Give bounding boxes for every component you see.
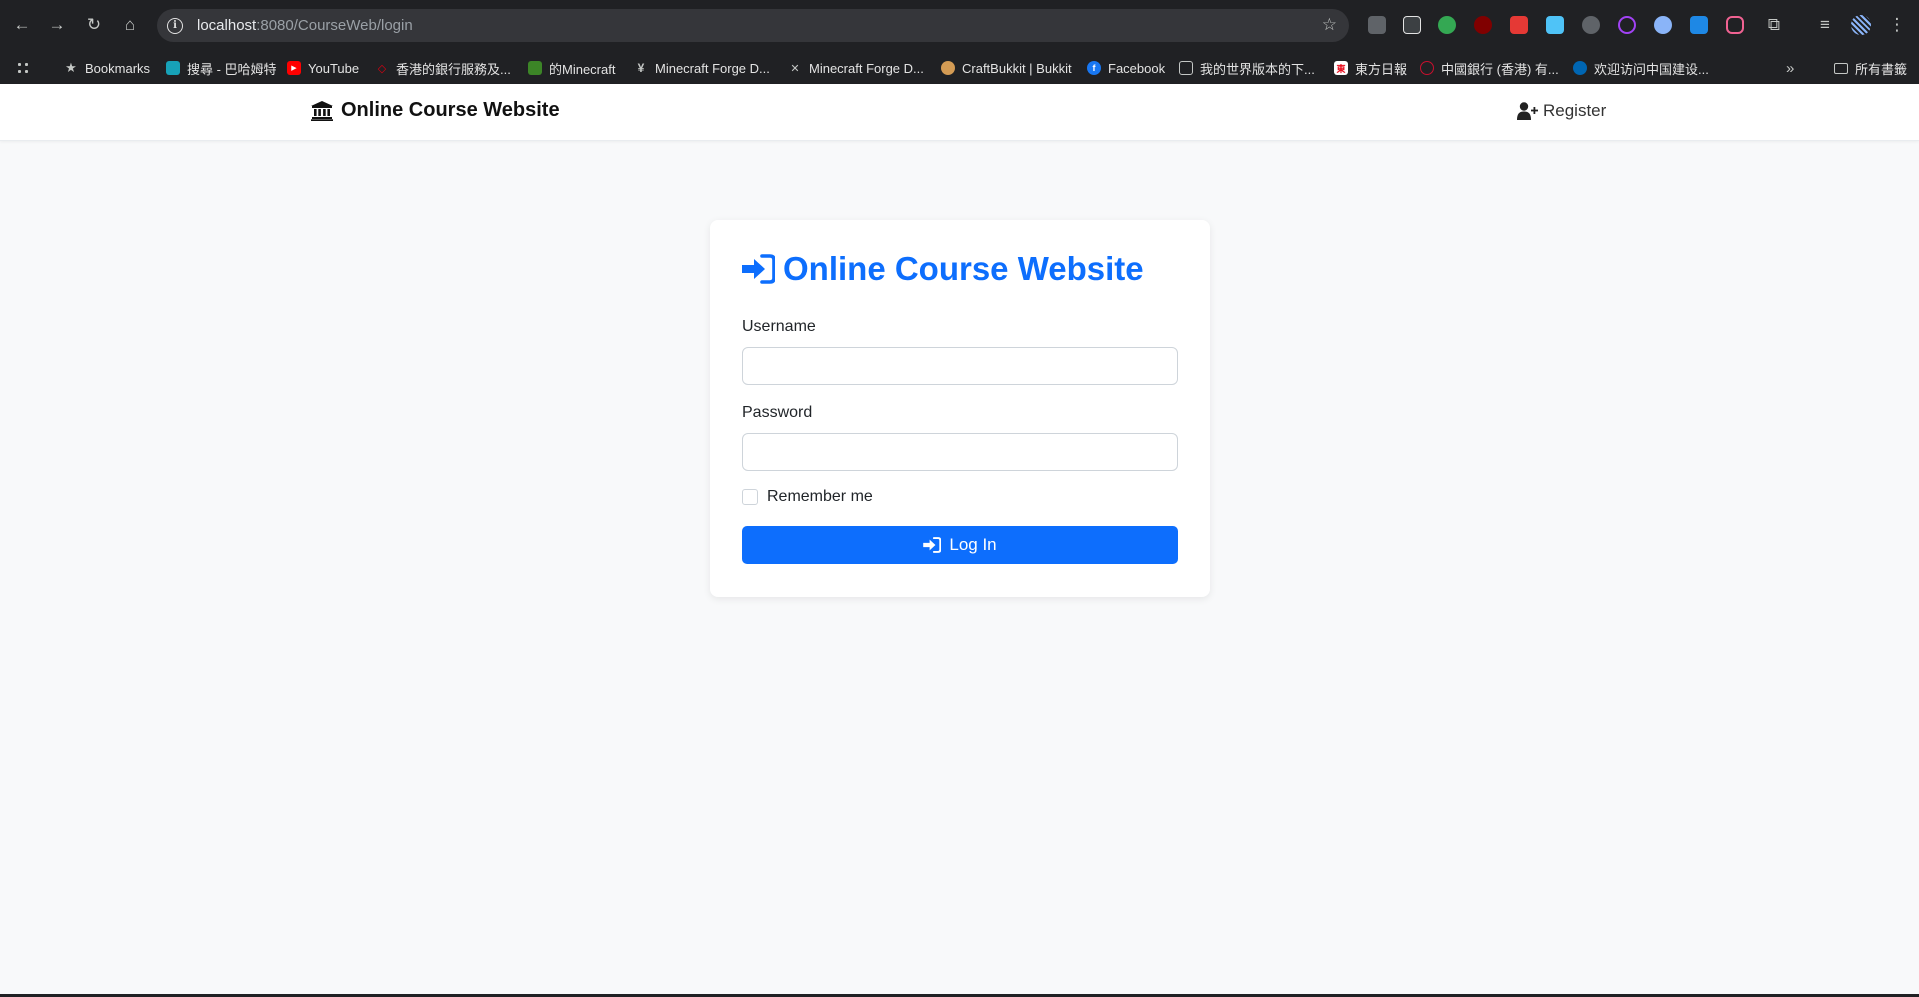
extension-icon[interactable] xyxy=(1403,16,1421,34)
bookmark-item[interactable]: ▶ YouTube xyxy=(287,59,359,77)
site-info-icon[interactable]: i xyxy=(167,17,183,34)
back-icon[interactable]: ← xyxy=(10,13,34,37)
institution-icon xyxy=(311,100,333,121)
bookmark-item[interactable]: ◇ 香港的銀行服務及... xyxy=(375,59,511,77)
bukkit-icon xyxy=(941,61,955,75)
home-icon[interactable]: ⌂ xyxy=(118,13,142,37)
extension-icon[interactable] xyxy=(1582,16,1600,34)
user-plus-icon xyxy=(1517,102,1538,120)
extension-icon[interactable] xyxy=(1690,16,1708,34)
bookmark-item[interactable]: 中國銀行 (香港) 有... xyxy=(1420,59,1559,77)
login-button-label: Log In xyxy=(949,535,997,554)
bookmark-item[interactable]: ★ Bookmarks xyxy=(64,59,150,77)
bookmark-item[interactable]: 東 東方日報 xyxy=(1334,59,1407,77)
ublock-icon[interactable] xyxy=(1474,16,1492,34)
favicon-icon xyxy=(166,61,180,75)
hsbc-icon: ◇ xyxy=(377,62,387,75)
sign-in-icon xyxy=(923,537,942,553)
extension-icon[interactable] xyxy=(1654,16,1672,34)
password-input[interactable] xyxy=(742,433,1178,471)
oriental-daily-icon: 東 xyxy=(1334,61,1348,75)
apps-icon[interactable] xyxy=(16,59,30,77)
sign-in-icon xyxy=(742,254,775,284)
login-card: Online Course Website Username Password … xyxy=(710,220,1210,597)
extension-icon[interactable] xyxy=(1510,16,1528,34)
bookmark-star-icon[interactable]: ☆ xyxy=(1322,15,1337,35)
menu-icon[interactable]: ⋮ xyxy=(1885,13,1909,37)
username-label: Username xyxy=(742,318,816,335)
site-navbar: Online Course Website Register xyxy=(0,84,1919,141)
boc-icon xyxy=(1420,61,1434,75)
address-bar[interactable]: i localhost:8080/CourseWeb/login ☆ xyxy=(157,9,1349,42)
register-link[interactable]: Register xyxy=(1517,101,1606,121)
profile-avatar[interactable] xyxy=(1851,15,1871,35)
more-bookmarks-icon[interactable]: » xyxy=(1786,59,1794,77)
bookmark-item[interactable]: 欢迎访问中国建设... xyxy=(1573,59,1709,77)
star-icon: ★ xyxy=(65,60,77,75)
brand-text: Online Course Website xyxy=(341,99,560,121)
password-label: Password xyxy=(742,404,813,421)
bookmark-item[interactable]: 的Minecraft xyxy=(528,59,615,77)
bookmark-item[interactable]: f Facebook xyxy=(1087,59,1165,77)
folder-icon xyxy=(1834,62,1848,74)
forge-icon: ✕ xyxy=(790,62,800,75)
login-title-text: Online Course Website xyxy=(783,250,1144,287)
login-button[interactable]: Log In xyxy=(742,526,1178,564)
navbar-brand[interactable]: Online Course Website xyxy=(311,99,560,122)
bookmarks-bar: ★ Bookmarks 搜尋 - 巴哈姆特 ▶ YouTube ◇ 香港的銀行服… xyxy=(0,51,1919,84)
image-icon xyxy=(1179,61,1193,75)
bookmark-item[interactable]: CraftBukkit | Bukkit xyxy=(941,59,1072,77)
puzzle-icon[interactable]: ⧉ xyxy=(1762,13,1786,37)
bookmark-item[interactable]: 搜尋 - 巴哈姆特 xyxy=(166,59,277,77)
extension-icon[interactable] xyxy=(1438,16,1456,34)
minecraft-icon xyxy=(528,61,542,75)
browser-chrome: ← → ↻ ⌂ i localhost:8080/CourseWeb/login… xyxy=(0,0,1919,84)
remember-me-label[interactable]: Remember me xyxy=(767,488,873,506)
forward-icon[interactable]: → xyxy=(45,13,69,37)
forge-icon: ¥ xyxy=(637,61,645,75)
all-bookmarks-folder[interactable]: 所有書籤 xyxy=(1834,59,1907,77)
extension-icon[interactable] xyxy=(1726,16,1744,34)
register-label: Register xyxy=(1543,101,1607,120)
facebook-icon: f xyxy=(1087,61,1101,75)
username-input[interactable] xyxy=(742,347,1178,385)
url-text[interactable]: localhost:8080/CourseWeb/login xyxy=(197,17,413,34)
extension-icon[interactable] xyxy=(1546,16,1564,34)
remember-me-row: Remember me xyxy=(742,488,873,506)
remember-me-checkbox[interactable] xyxy=(742,489,758,505)
browser-toolbar: ← → ↻ ⌂ i localhost:8080/CourseWeb/login… xyxy=(0,0,1919,51)
bookmark-item[interactable]: ✕ Minecraft Forge D... xyxy=(788,59,923,77)
reload-icon[interactable]: ↻ xyxy=(82,13,106,37)
login-title: Online Course Website xyxy=(742,250,1144,288)
youtube-icon: ▶ xyxy=(287,61,301,75)
extension-icon[interactable] xyxy=(1618,16,1636,34)
ccb-icon xyxy=(1573,61,1587,75)
bookmark-item[interactable]: 我的世界版本的下... xyxy=(1179,59,1315,77)
extension-icon[interactable] xyxy=(1368,16,1386,34)
bookmark-item[interactable]: ¥ Minecraft Forge D... xyxy=(634,59,770,77)
media-control-icon[interactable]: ≡ xyxy=(1813,13,1837,37)
